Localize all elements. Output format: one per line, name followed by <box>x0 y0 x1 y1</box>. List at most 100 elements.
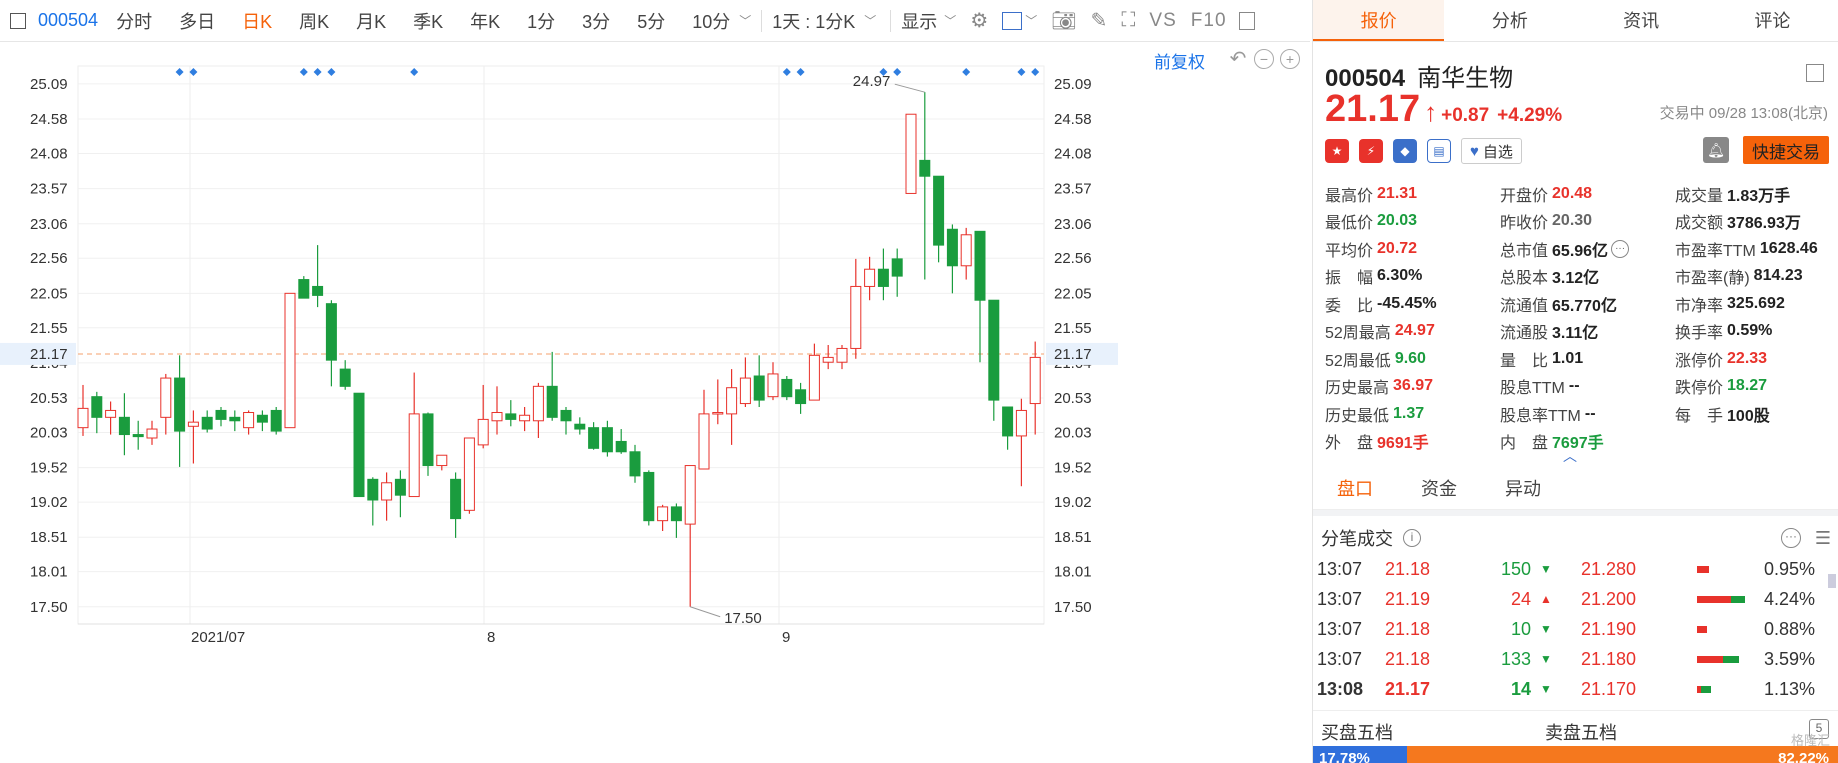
lightning-icon[interactable]: ⚡︎ <box>1359 139 1383 163</box>
candle-body[interactable] <box>670 506 682 522</box>
more-options-icon[interactable]: ··· <box>1781 528 1801 548</box>
tab-capital-flow[interactable]: 资金 <box>1397 468 1481 509</box>
event-marker-icon[interactable] <box>299 68 308 76</box>
candle-body[interactable] <box>726 387 738 415</box>
chevron-up-icon[interactable]: ︿ <box>1563 446 1577 466</box>
candle-body[interactable] <box>477 418 489 446</box>
event-marker-icon[interactable] <box>962 68 971 76</box>
candle-body[interactable] <box>850 285 862 349</box>
candle-body[interactable] <box>1029 356 1041 405</box>
f10-button[interactable]: F10 <box>1191 10 1227 32</box>
candle-body[interactable] <box>1002 406 1014 437</box>
candle-body[interactable] <box>877 268 889 287</box>
zoom-out-icon[interactable]: − <box>1254 49 1274 69</box>
fullscreen-icon[interactable]: ⛶ <box>1121 9 1135 32</box>
event-marker-icon[interactable] <box>796 68 805 76</box>
event-marker-icon[interactable] <box>189 68 198 76</box>
chevron-down-icon[interactable]: ﹀ <box>739 12 751 29</box>
event-marker-icon[interactable] <box>175 68 184 76</box>
candle-body[interactable] <box>505 413 517 420</box>
period-monthly-k[interactable]: 月K <box>356 8 386 34</box>
period-intraday[interactable]: 分时 <box>116 8 152 34</box>
pencil-icon[interactable]: ✎ <box>1091 8 1108 33</box>
event-marker-icon[interactable] <box>782 68 791 76</box>
compare-button[interactable]: VS <box>1149 10 1176 32</box>
candle-body[interactable] <box>270 409 282 432</box>
candle-body[interactable] <box>891 258 903 277</box>
period-10min[interactable]: 10分 <box>692 8 730 34</box>
candle-body[interactable] <box>864 268 876 287</box>
candle-body[interactable] <box>767 373 779 398</box>
candle-body[interactable] <box>408 413 420 498</box>
sidebar-toggle-icon[interactable] <box>1238 11 1255 30</box>
more-icon[interactable]: ··· <box>1611 239 1630 258</box>
candle-body[interactable] <box>215 409 227 420</box>
candle-body[interactable] <box>339 368 351 387</box>
scrollbar-thumb[interactable] <box>1828 574 1836 588</box>
candle-body[interactable] <box>546 385 558 418</box>
candle-body[interactable] <box>367 478 379 501</box>
candle-body[interactable] <box>532 385 544 422</box>
menu-icon[interactable] <box>1806 64 1824 82</box>
candle-body[interactable] <box>422 413 434 467</box>
period-5min[interactable]: 5分 <box>637 8 665 34</box>
candle-body[interactable] <box>394 478 406 496</box>
candle-body[interactable] <box>629 451 641 477</box>
candle-body[interactable] <box>836 347 848 363</box>
display-menu[interactable]: 显示 <box>901 8 937 34</box>
candle-body[interactable] <box>284 292 296 429</box>
tag-icon[interactable]: ◆ <box>1393 139 1417 163</box>
period-daily-k[interactable]: 日K <box>242 8 272 34</box>
candle-body[interactable] <box>795 389 807 405</box>
candle-body[interactable] <box>643 471 655 522</box>
candle-body[interactable] <box>988 299 1000 401</box>
candle-body[interactable] <box>436 454 448 467</box>
period-multiday[interactable]: 多日 <box>179 8 215 34</box>
candle-body[interactable] <box>118 416 130 436</box>
candle-body[interactable] <box>698 413 710 470</box>
candle-body[interactable] <box>77 407 89 429</box>
tab-unusual-moves[interactable]: 异动 <box>1481 468 1565 509</box>
candle-body[interactable] <box>256 414 268 423</box>
adjust-mode-button[interactable]: 前复权 <box>1154 48 1205 73</box>
candle-body[interactable] <box>353 392 365 498</box>
candle-body[interactable] <box>601 427 613 453</box>
candle-body[interactable] <box>919 159 931 177</box>
event-marker-icon[interactable] <box>327 68 336 76</box>
period-quarterly-k[interactable]: 季K <box>413 8 443 34</box>
period-3min[interactable]: 3分 <box>582 8 610 34</box>
tab-comments[interactable]: 评论 <box>1707 0 1838 41</box>
event-marker-icon[interactable] <box>1017 68 1026 76</box>
candle-body[interactable] <box>187 421 199 427</box>
period-1min[interactable]: 1分 <box>527 8 555 34</box>
event-marker-icon[interactable] <box>1031 68 1040 76</box>
period-weekly-k[interactable]: 周K <box>299 8 329 34</box>
china-flag-icon[interactable]: ★ <box>1325 139 1349 163</box>
candle-body[interactable] <box>657 506 669 522</box>
reset-icon[interactable]: ↶ <box>1228 49 1248 69</box>
zoom-in-icon[interactable]: + <box>1280 49 1300 69</box>
interval-select[interactable]: 1天 : 1分K <box>772 8 855 34</box>
candle-body[interactable] <box>381 482 393 501</box>
tab-order-book[interactable]: 盘口 <box>1313 468 1397 509</box>
camera-icon[interactable]: 📷︎ <box>1051 8 1076 33</box>
tab-quote[interactable]: 报价 <box>1313 0 1445 41</box>
candle-body[interactable] <box>298 279 310 299</box>
candle-body[interactable] <box>229 416 241 422</box>
candle-body[interactable] <box>739 377 751 405</box>
chevron-down-icon[interactable]: ﹀ <box>864 12 876 29</box>
candle-body[interactable] <box>132 434 144 438</box>
list-icon[interactable]: ☰ <box>1815 528 1831 549</box>
panel-toggle-icon[interactable] <box>10 12 26 29</box>
candle-body[interactable] <box>519 414 531 422</box>
candle-body[interactable] <box>905 113 917 194</box>
candle-body[interactable] <box>808 354 820 401</box>
candle-body[interactable] <box>574 423 586 430</box>
candle-body[interactable] <box>91 396 103 418</box>
tab-news[interactable]: 资讯 <box>1576 0 1707 41</box>
candle-body[interactable] <box>588 427 600 449</box>
candle-body[interactable] <box>960 234 972 267</box>
candlestick-chart[interactable]: 25.09 25.09 24.58 24.58 24.08 24.08 23.57 23.57… <box>0 42 1312 763</box>
candle-body[interactable] <box>463 437 475 511</box>
candle-body[interactable] <box>933 175 945 246</box>
